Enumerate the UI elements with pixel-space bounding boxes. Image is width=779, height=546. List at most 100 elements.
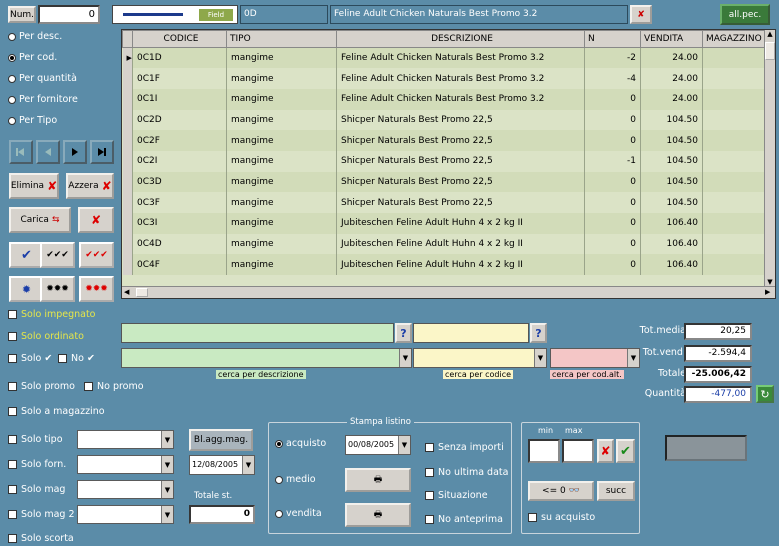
table-row[interactable]: 0C1F mangime Feline Adult Chicken Naturals… (122, 68, 766, 89)
cell-n[interactable]: -4 (584, 68, 641, 89)
scroll-left-icon[interactable]: ◀ (124, 288, 134, 297)
cell-descrizione[interactable]: Shicper Naturals Best Promo 22,5 (336, 171, 585, 193)
cell-vendita[interactable]: 24.00 (640, 47, 703, 69)
elimina-button[interactable]: Elimina ✘ (9, 173, 59, 199)
search-cod-select[interactable]: ▼ (413, 348, 547, 368)
scroll-right-icon[interactable]: ▶ (765, 288, 775, 297)
tipo-select[interactable]: ▼ (77, 430, 174, 449)
sort-desc[interactable]: Per desc. (8, 31, 62, 42)
cell-tipo[interactable]: mangime (226, 213, 337, 234)
no-anteprima[interactable]: No anteprima (425, 514, 503, 525)
next-record-button[interactable] (63, 140, 87, 164)
refresh-button[interactable]: ↻ (756, 385, 774, 403)
cell-magazzino[interactable] (702, 150, 766, 172)
filter-scorta[interactable]: Solo scorta (8, 533, 74, 544)
cell-tipo[interactable]: mangime (226, 150, 337, 172)
scroll-up-icon[interactable]: ▲ (765, 30, 775, 40)
col-vendita[interactable]: VENDITA (640, 30, 703, 48)
date-select[interactable]: 12/08/2005 ▼ (189, 455, 255, 475)
cell-codice[interactable]: 0C3F (132, 192, 227, 213)
cell-vendita[interactable]: 106.40 (640, 233, 703, 255)
col-codice[interactable]: CODICE (132, 30, 227, 48)
cell-magazzino[interactable] (702, 213, 766, 234)
cell-tipo[interactable]: mangime (226, 233, 337, 255)
table-row[interactable]: 0C2F mangime Shicper Naturals Best Promo 2… (122, 130, 766, 151)
cell-vendita[interactable]: 24.00 (640, 68, 703, 89)
check-many-button[interactable]: ✔✔✔ (40, 242, 75, 268)
sort-cod[interactable]: Per cod. (8, 52, 57, 63)
delete-icon-button[interactable]: ✘ (630, 5, 652, 24)
cell-codice[interactable]: 0C3I (132, 213, 227, 234)
cell-magazzino[interactable] (702, 109, 766, 131)
num-input[interactable]: 0 (38, 5, 100, 24)
stampa-acquisto[interactable]: acquisto (275, 438, 326, 449)
cell-tipo[interactable]: mangime (226, 88, 337, 110)
cell-vendita[interactable]: 106.40 (640, 213, 703, 234)
filter-tipo[interactable]: Solo tipo (8, 434, 63, 445)
cell-magazzino[interactable] (702, 88, 766, 110)
cell-tipo[interactable]: mangime (226, 171, 337, 193)
forn-select[interactable]: ▼ (77, 455, 174, 474)
cell-n[interactable]: 0 (584, 130, 641, 151)
azzera-button[interactable]: Azzera ✘ (66, 173, 114, 199)
stampa-medio[interactable]: medio (275, 474, 316, 485)
cell-codice[interactable]: 0C2I (132, 150, 227, 172)
cell-vendita[interactable]: 104.50 (640, 150, 703, 172)
min-input[interactable] (528, 439, 560, 463)
cell-descrizione[interactable]: Shicper Naturals Best Promo 22,5 (336, 130, 585, 151)
sort-tipo[interactable]: Per Tipo (8, 115, 57, 126)
cell-magazzino[interactable] (702, 233, 766, 255)
table-row[interactable]: 0C2D mangime Shicper Naturals Best Promo 2… (122, 109, 766, 131)
cancel-load-button[interactable]: ✘ (78, 207, 114, 233)
cell-n[interactable]: 0 (584, 192, 641, 213)
cell-descrizione[interactable]: Jubiteschen Feline Adult Huhn 4 x 2 kg I… (336, 233, 585, 255)
table-row[interactable]: 0C4F mangime Jubiteschen Feline Adult Huhn… (122, 254, 766, 276)
last-record-button[interactable] (90, 140, 114, 164)
print-medio-button[interactable]: 🖶 (345, 468, 411, 492)
cell-codice[interactable]: 0C4F (132, 254, 227, 276)
cell-magazzino[interactable] (702, 68, 766, 89)
cell-descrizione[interactable]: Shicper Naturals Best Promo 22,5 (336, 150, 585, 172)
minmax-ok-button[interactable]: ✔ (616, 439, 635, 463)
cell-descrizione[interactable]: Shicper Naturals Best Promo 22,5 (336, 109, 585, 131)
gear-button[interactable]: ✹ (9, 276, 44, 302)
cell-n[interactable]: 0 (584, 254, 641, 276)
cell-n[interactable]: 0 (584, 233, 641, 255)
mag2-select[interactable]: ▼ (77, 505, 174, 524)
vertical-scrollbar[interactable]: ▲ ▼ (764, 30, 775, 288)
cell-descrizione[interactable]: Feline Adult Chicken Naturals Best Promo… (336, 47, 585, 69)
mag-select[interactable]: ▼ (77, 480, 174, 499)
table-row[interactable]: 0C3I mangime Jubiteschen Feline Adult Huhn… (122, 213, 766, 234)
situazione[interactable]: Situazione (425, 490, 488, 501)
succ-button[interactable]: succ (597, 481, 635, 501)
cell-vendita[interactable]: 24.00 (640, 88, 703, 110)
search-desc-select[interactable]: ▼ (121, 348, 412, 368)
search-cod-input[interactable] (413, 323, 529, 343)
cell-vendita[interactable]: 104.50 (640, 192, 703, 213)
senza-importi[interactable]: Senza importi (425, 442, 504, 453)
cell-n[interactable]: -2 (584, 47, 641, 69)
filter-solo-check[interactable]: Solo ✔ (8, 353, 52, 364)
print-vendita-button[interactable]: 🖶 (345, 503, 411, 527)
col-n[interactable]: N (584, 30, 641, 48)
first-record-button[interactable] (9, 140, 33, 164)
prev-search-button[interactable]: <= 0 👓 (528, 481, 594, 501)
max-input[interactable] (562, 439, 594, 463)
cell-n[interactable]: 0 (584, 109, 641, 131)
col-magazzino[interactable]: MAGAZZINO (702, 30, 766, 48)
table-row[interactable]: 0C3F mangime Shicper Naturals Best Promo 2… (122, 192, 766, 213)
cell-codice[interactable]: 0C3D (132, 171, 227, 193)
search-desc-input[interactable] (121, 323, 394, 343)
cell-vendita[interactable]: 106.40 (640, 254, 703, 276)
cell-codice[interactable]: 0C1D (132, 47, 227, 69)
filter-no-check[interactable]: No ✔ (58, 353, 95, 364)
cell-tipo[interactable]: mangime (226, 68, 337, 89)
cell-vendita[interactable]: 104.50 (640, 171, 703, 193)
filter-mag2[interactable]: Solo mag 2 (8, 509, 74, 520)
cell-tipo[interactable]: mangime (226, 192, 337, 213)
uncheck-many-button[interactable]: ✔✔✔ (79, 242, 114, 268)
cell-tipo[interactable]: mangime (226, 254, 337, 276)
filter-promo[interactable]: Solo promo (8, 381, 75, 392)
table-row[interactable]: 0C3D mangime Shicper Naturals Best Promo 2… (122, 171, 766, 193)
stampa-vendita[interactable]: vendita (275, 508, 322, 519)
